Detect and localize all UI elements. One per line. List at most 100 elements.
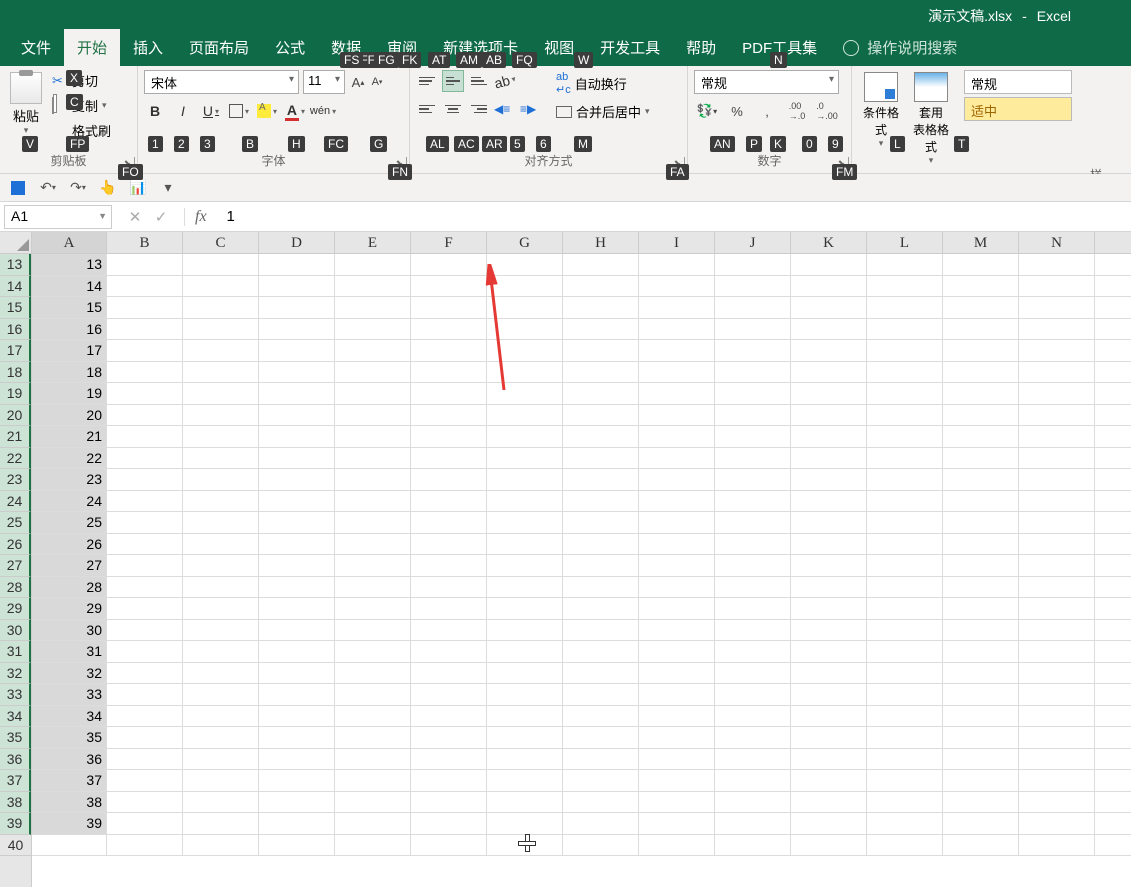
cell-I32[interactable] — [639, 663, 715, 684]
column-header-J[interactable]: J — [715, 232, 791, 253]
cell-E33[interactable] — [335, 684, 411, 705]
cell-N17[interactable] — [1019, 340, 1095, 361]
row-header-35[interactable]: 35 — [0, 727, 31, 749]
decrease-decimal-button[interactable]: .0→.00 — [814, 100, 840, 122]
cell-I25[interactable] — [639, 512, 715, 533]
cell-C14[interactable] — [183, 276, 259, 297]
cell-D14[interactable] — [259, 276, 335, 297]
cell-F27[interactable] — [411, 555, 487, 576]
cell-B15[interactable] — [107, 297, 183, 318]
cell-B39[interactable] — [107, 813, 183, 834]
cell-F22[interactable] — [411, 448, 487, 469]
cell-N34[interactable] — [1019, 706, 1095, 727]
tab-page-layout[interactable]: 页面布局 — [176, 29, 262, 66]
row-header-17[interactable]: 17 — [0, 340, 31, 362]
cell-G22[interactable] — [487, 448, 563, 469]
cell-K16[interactable] — [791, 319, 867, 340]
cell-M23[interactable] — [943, 469, 1019, 490]
cell-A26[interactable]: 26 — [32, 534, 107, 555]
cell-L21[interactable] — [867, 426, 943, 447]
cell-B25[interactable] — [107, 512, 183, 533]
cell-M34[interactable] — [943, 706, 1019, 727]
cell-A20[interactable]: 20 — [32, 405, 107, 426]
cell-J22[interactable] — [715, 448, 791, 469]
cell-H30[interactable] — [563, 620, 639, 641]
cell-B36[interactable] — [107, 749, 183, 770]
cell-F30[interactable] — [411, 620, 487, 641]
redo-button[interactable]: ↷▾ — [68, 178, 88, 198]
cell-C27[interactable] — [183, 555, 259, 576]
align-bottom-button[interactable] — [468, 70, 490, 92]
cell-F35[interactable] — [411, 727, 487, 748]
cell-B20[interactable] — [107, 405, 183, 426]
cell-F39[interactable] — [411, 813, 487, 834]
cell-A39[interactable]: 39 — [32, 813, 107, 834]
row-header-30[interactable]: 30 — [0, 620, 31, 642]
cell-H32[interactable] — [563, 663, 639, 684]
font-color-button[interactable]: A▾ — [284, 100, 306, 122]
row-header-28[interactable]: 28 — [0, 577, 31, 599]
cell-E30[interactable] — [335, 620, 411, 641]
format-as-table-button[interactable]: 套用 表格格式 ▾ — [908, 70, 954, 166]
cell-L25[interactable] — [867, 512, 943, 533]
shrink-font-button[interactable]: A▾ — [368, 70, 386, 94]
cell-A18[interactable]: 18 — [32, 362, 107, 383]
cell-J28[interactable] — [715, 577, 791, 598]
cell-I28[interactable] — [639, 577, 715, 598]
cell-E21[interactable] — [335, 426, 411, 447]
cell-M38[interactable] — [943, 792, 1019, 813]
cell-D20[interactable] — [259, 405, 335, 426]
increase-indent-button[interactable]: ≡▶ — [520, 98, 542, 120]
cell-A24[interactable]: 24 — [32, 491, 107, 512]
column-header-F[interactable]: F — [411, 232, 487, 253]
cell-A34[interactable]: 34 — [32, 706, 107, 727]
font-size-select[interactable]: 11 — [303, 70, 345, 94]
cell-H16[interactable] — [563, 319, 639, 340]
cell-B34[interactable] — [107, 706, 183, 727]
cell-G35[interactable] — [487, 727, 563, 748]
cell-C23[interactable] — [183, 469, 259, 490]
cell-I27[interactable] — [639, 555, 715, 576]
cell-C25[interactable] — [183, 512, 259, 533]
cell-L26[interactable] — [867, 534, 943, 555]
cell-E32[interactable] — [335, 663, 411, 684]
cell-D39[interactable] — [259, 813, 335, 834]
cell-E38[interactable] — [335, 792, 411, 813]
cell-I38[interactable] — [639, 792, 715, 813]
cell-H13[interactable] — [563, 254, 639, 275]
cell-C37[interactable] — [183, 770, 259, 791]
cell-G20[interactable] — [487, 405, 563, 426]
cell-B26[interactable] — [107, 534, 183, 555]
cell-L33[interactable] — [867, 684, 943, 705]
cell-L29[interactable] — [867, 598, 943, 619]
cell-J30[interactable] — [715, 620, 791, 641]
column-header-M[interactable]: M — [943, 232, 1019, 253]
cell-G26[interactable] — [487, 534, 563, 555]
row-header-21[interactable]: 21 — [0, 426, 31, 448]
cell-L18[interactable] — [867, 362, 943, 383]
row-header-14[interactable]: 14 — [0, 276, 31, 298]
cell-D26[interactable] — [259, 534, 335, 555]
cell-D38[interactable] — [259, 792, 335, 813]
cell-M36[interactable] — [943, 749, 1019, 770]
cell-K20[interactable] — [791, 405, 867, 426]
cell-G15[interactable] — [487, 297, 563, 318]
cell-E18[interactable] — [335, 362, 411, 383]
cell-E28[interactable] — [335, 577, 411, 598]
undo-button[interactable]: ↶▾ — [38, 178, 58, 198]
cell-H14[interactable] — [563, 276, 639, 297]
cell-B27[interactable] — [107, 555, 183, 576]
cell-N18[interactable] — [1019, 362, 1095, 383]
cell-H23[interactable] — [563, 469, 639, 490]
tab-insert[interactable]: 插入 — [120, 29, 176, 66]
tab-formulas[interactable]: 公式 — [262, 29, 318, 66]
cell-G13[interactable] — [487, 254, 563, 275]
cell-F21[interactable] — [411, 426, 487, 447]
cell-M37[interactable] — [943, 770, 1019, 791]
cell-M19[interactable] — [943, 383, 1019, 404]
cell-B24[interactable] — [107, 491, 183, 512]
cell-M17[interactable] — [943, 340, 1019, 361]
cells-area[interactable]: 1314151617181920212223242526272829303132… — [32, 254, 1131, 887]
cell-M35[interactable] — [943, 727, 1019, 748]
cell-H22[interactable] — [563, 448, 639, 469]
